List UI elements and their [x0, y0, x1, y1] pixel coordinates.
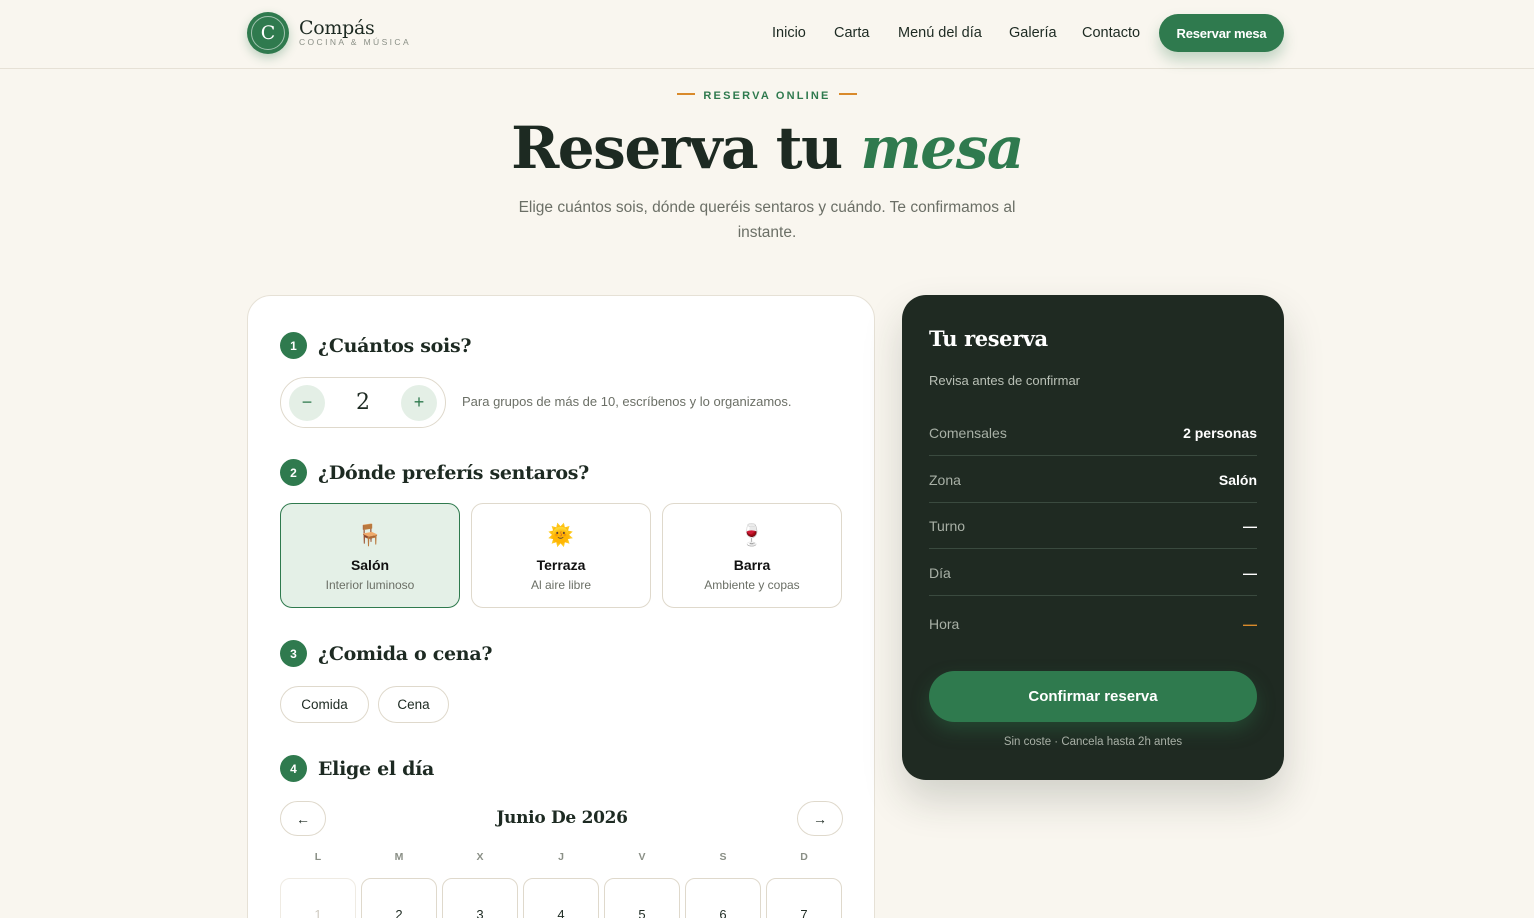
guests-hint: Para grupos de más de 10, escríbenos y l…: [462, 394, 792, 409]
reservation-form: 1 ¿Cuántos sois? − 2 + Para grupos de má…: [247, 295, 875, 918]
weekday-label: J: [558, 851, 564, 863]
brand-name[interactable]: Compás: [299, 17, 375, 39]
step-number: 2: [280, 459, 307, 486]
calendar-day[interactable]: 2: [361, 878, 437, 918]
decrement-button[interactable]: −: [289, 384, 325, 421]
sun-icon: 🌞: [547, 524, 575, 547]
summary-key: Comensales: [929, 424, 1007, 441]
step-meal-heading: 3 ¿Comida o cena?: [280, 640, 492, 667]
logo-letter: C: [251, 16, 285, 50]
page-title: Reserva tu mesa: [0, 114, 1534, 182]
eyebrow-line-right: [838, 93, 857, 96]
site-header: C Compás COCINA & MÚSICA Inicio Carta Me…: [0, 0, 1534, 69]
zone-option-barra[interactable]: 🍷 Barra Ambiente y copas: [662, 503, 842, 608]
nav-contacto[interactable]: Contacto: [1082, 25, 1140, 41]
increment-button[interactable]: +: [401, 384, 437, 421]
summary-value: Salón: [1218, 471, 1257, 488]
zone-name: Barra: [733, 557, 771, 573]
step-zone-heading: 2 ¿Dónde preferís sentaros?: [280, 459, 589, 486]
summary-key: Turno: [929, 517, 966, 534]
step-day-heading: 4 Elige el día: [280, 755, 434, 782]
nav-galeria[interactable]: Galería: [1009, 25, 1057, 41]
summary-subtitle: Revisa antes de confirmar: [929, 373, 1081, 388]
summary-title: Tu reserva: [929, 326, 1048, 351]
reservation-summary: Tu reserva Revisa antes de confirmar Com…: [902, 295, 1284, 780]
weekday-label: M: [394, 851, 404, 863]
zone-description: Interior luminoso: [325, 578, 415, 592]
calendar-day[interactable]: 5: [604, 878, 680, 918]
calendar-day[interactable]: 4: [523, 878, 599, 918]
step-guests-heading: 1 ¿Cuántos sois?: [280, 332, 471, 359]
nav-inicio[interactable]: Inicio: [772, 25, 806, 41]
zone-description: Ambiente y copas: [704, 578, 800, 592]
summary-note: Sin coste · Cancela hasta 2h antes: [1003, 736, 1183, 748]
zone-name: Salón: [350, 557, 390, 573]
summary-row-day: Día —: [929, 550, 1257, 596]
summary-row-zone: Zona Salón: [929, 457, 1257, 503]
summary-key: Zona: [929, 471, 961, 488]
section-eyebrow: RESERVA ONLINE: [0, 90, 1534, 102]
nav-menu-del-dia[interactable]: Menú del día: [898, 25, 982, 41]
reserve-table-button[interactable]: Reservar mesa: [1159, 14, 1284, 52]
weekday-label: V: [638, 851, 646, 863]
zone-option-salon[interactable]: 🪑 Salón Interior luminoso: [280, 503, 460, 608]
meal-option-cena[interactable]: Cena: [378, 686, 449, 723]
summary-value: 2 personas: [1183, 424, 1257, 441]
summary-key: Hora: [929, 616, 960, 632]
weekday-label: S: [719, 851, 727, 863]
page-subtitle: Elige cuántos sois, dónde queréis sentar…: [518, 199, 1016, 241]
title-main: Reserva tu: [511, 114, 843, 182]
calendar-day[interactable]: 7: [766, 878, 842, 918]
step-number: 1: [280, 332, 307, 359]
weekday-label: L: [314, 851, 322, 863]
chair-icon: 🪑: [356, 524, 384, 547]
confirm-reservation-button[interactable]: Confirmar reserva: [929, 671, 1257, 722]
nav-carta[interactable]: Carta: [834, 25, 869, 41]
eyebrow-text: RESERVA ONLINE: [703, 90, 831, 102]
eyebrow-line-left: [677, 93, 696, 96]
zone-option-terraza[interactable]: 🌞 Terraza Al aire libre: [471, 503, 651, 608]
calendar-day[interactable]: 3: [442, 878, 518, 918]
step-number: 3: [280, 640, 307, 667]
step-title: Elige el día: [318, 757, 435, 780]
summary-row-guests: Comensales 2 personas: [929, 410, 1257, 456]
calendar-day: 1: [280, 878, 356, 918]
summary-value: —: [1243, 564, 1257, 581]
guests-stepper: − 2 +: [280, 377, 446, 428]
guests-count: 2: [356, 390, 370, 415]
summary-key: Día: [929, 564, 951, 581]
title-accent: mesa: [860, 114, 1024, 182]
summary-value: —: [1243, 517, 1257, 534]
summary-row-time: Hora —: [929, 601, 1257, 647]
wine-glass-icon: 🍷: [738, 524, 766, 547]
weekday-label: X: [476, 851, 484, 863]
step-title: ¿Dónde preferís sentaros?: [318, 461, 589, 484]
zone-name: Terraza: [536, 557, 586, 573]
calendar-month: Junio De 2026: [496, 808, 628, 828]
zone-description: Al aire libre: [530, 578, 592, 592]
brand-tagline: COCINA & MÚSICA: [299, 37, 412, 47]
step-title: ¿Comida o cena?: [318, 642, 493, 665]
step-title: ¿Cuántos sois?: [318, 334, 472, 357]
step-number: 4: [280, 755, 307, 782]
weekday-label: D: [800, 851, 808, 863]
logo-badge[interactable]: C: [247, 12, 289, 54]
summary-row-shift: Turno —: [929, 503, 1257, 549]
summary-value: —: [1243, 616, 1257, 632]
next-month-button[interactable]: →: [797, 801, 843, 836]
calendar-day[interactable]: 6: [685, 878, 761, 918]
meal-option-comida[interactable]: Comida: [280, 686, 369, 723]
